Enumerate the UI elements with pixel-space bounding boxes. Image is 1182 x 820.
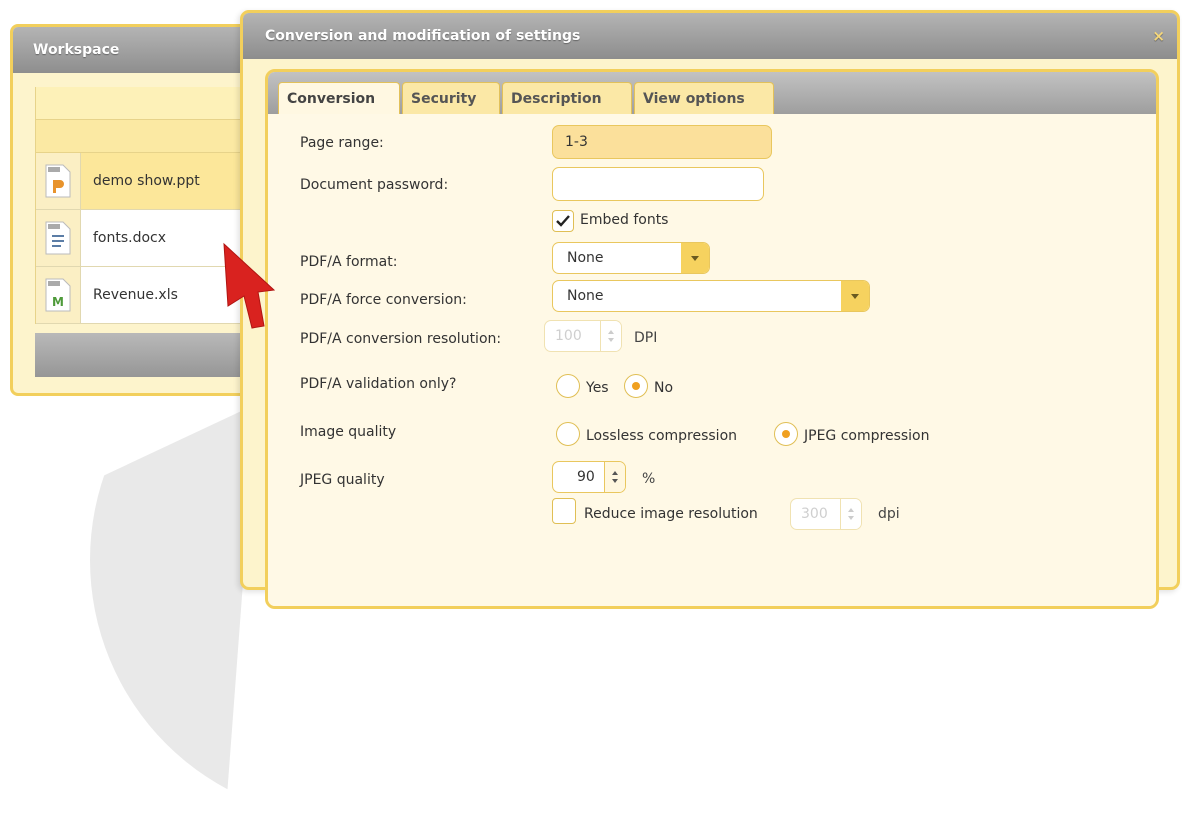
dpi-unit-label: DPI bbox=[634, 330, 658, 346]
pdfa-force-conversion-select[interactable]: None bbox=[552, 280, 870, 312]
pdfa-force-conversion-label: PDF/A force conversion: bbox=[300, 292, 467, 308]
pdfa-format-select[interactable]: None bbox=[552, 242, 710, 274]
reduce-resolution-spinner[interactable]: 300 bbox=[790, 498, 862, 530]
page-range-input[interactable] bbox=[552, 125, 772, 159]
ppt-file-icon bbox=[45, 164, 71, 198]
pdfa-format-value: None bbox=[567, 250, 604, 266]
percent-unit-label: % bbox=[642, 471, 656, 487]
conversion-form: Page range: Document password: Embed fon… bbox=[268, 114, 1156, 606]
radio-lossless-compression[interactable] bbox=[556, 422, 580, 446]
dialog-header: Conversion and modification of settings … bbox=[243, 13, 1177, 59]
pdfa-force-conversion-value: None bbox=[567, 288, 604, 304]
dpi-unit-label: dpi bbox=[878, 506, 900, 522]
file-name: Revenue.xls bbox=[93, 287, 178, 303]
pdfa-format-label: PDF/A format: bbox=[300, 254, 398, 270]
pdfa-conversion-resolution-label: PDF/A conversion resolution: bbox=[300, 331, 502, 347]
jpeg-quality-spinner[interactable]: 90 bbox=[552, 461, 626, 493]
spinner-arrows-icon bbox=[600, 321, 621, 351]
chevron-down-icon bbox=[681, 243, 709, 273]
radio-jpeg-label: JPEG compression bbox=[804, 428, 930, 444]
reduce-image-resolution-checkbox[interactable] bbox=[552, 498, 576, 524]
chevron-down-icon bbox=[841, 281, 869, 311]
tab-security[interactable]: Security bbox=[402, 82, 500, 114]
tab-bar: Conversion Security Description View opt… bbox=[268, 72, 1156, 115]
reduce-image-resolution-label: Reduce image resolution bbox=[584, 506, 758, 522]
radio-lossless-label: Lossless compression bbox=[586, 428, 738, 444]
radio-yes-label: Yes bbox=[586, 380, 609, 396]
spinner-arrows-icon bbox=[840, 499, 861, 529]
pdfa-resolution-spinner[interactable]: 100 bbox=[544, 320, 622, 352]
settings-panel: Conversion Security Description View opt… bbox=[265, 69, 1159, 609]
checkmark-icon bbox=[556, 215, 570, 227]
embed-fonts-checkbox[interactable] bbox=[552, 210, 574, 232]
embed-fonts-label: Embed fonts bbox=[580, 212, 669, 228]
page-range-label: Page range: bbox=[300, 135, 384, 151]
tab-view-options[interactable]: View options bbox=[634, 82, 774, 114]
file-name: demo show.ppt bbox=[93, 173, 200, 189]
close-icon[interactable]: × bbox=[1152, 13, 1165, 59]
red-pointer-arrow-icon bbox=[223, 242, 276, 329]
svg-text:M: M bbox=[52, 295, 64, 309]
spinner-arrows-icon bbox=[604, 462, 625, 492]
radio-no-label: No bbox=[654, 380, 674, 396]
pdfa-resolution-value: 100 bbox=[555, 328, 582, 344]
jpeg-quality-value: 90 bbox=[577, 469, 595, 485]
file-name: fonts.docx bbox=[93, 230, 167, 246]
dialog-title: Conversion and modification of settings bbox=[265, 28, 581, 44]
radio-validation-yes[interactable] bbox=[556, 374, 580, 398]
xls-file-icon: M bbox=[45, 278, 71, 312]
pdfa-validation-label: PDF/A validation only? bbox=[300, 376, 457, 392]
document-password-label: Document password: bbox=[300, 177, 449, 193]
jpeg-quality-label: JPEG quality bbox=[300, 472, 385, 488]
image-quality-label: Image quality bbox=[300, 424, 397, 440]
docx-file-icon bbox=[45, 221, 71, 255]
conversion-settings-dialog: Conversion and modification of settings … bbox=[240, 10, 1180, 609]
tab-description[interactable]: Description bbox=[502, 82, 632, 114]
reduce-resolution-value: 300 bbox=[801, 506, 828, 522]
radio-jpeg-compression[interactable] bbox=[774, 422, 798, 446]
tab-conversion[interactable]: Conversion bbox=[278, 82, 400, 115]
document-password-input[interactable] bbox=[552, 167, 764, 201]
radio-validation-no[interactable] bbox=[624, 374, 648, 398]
